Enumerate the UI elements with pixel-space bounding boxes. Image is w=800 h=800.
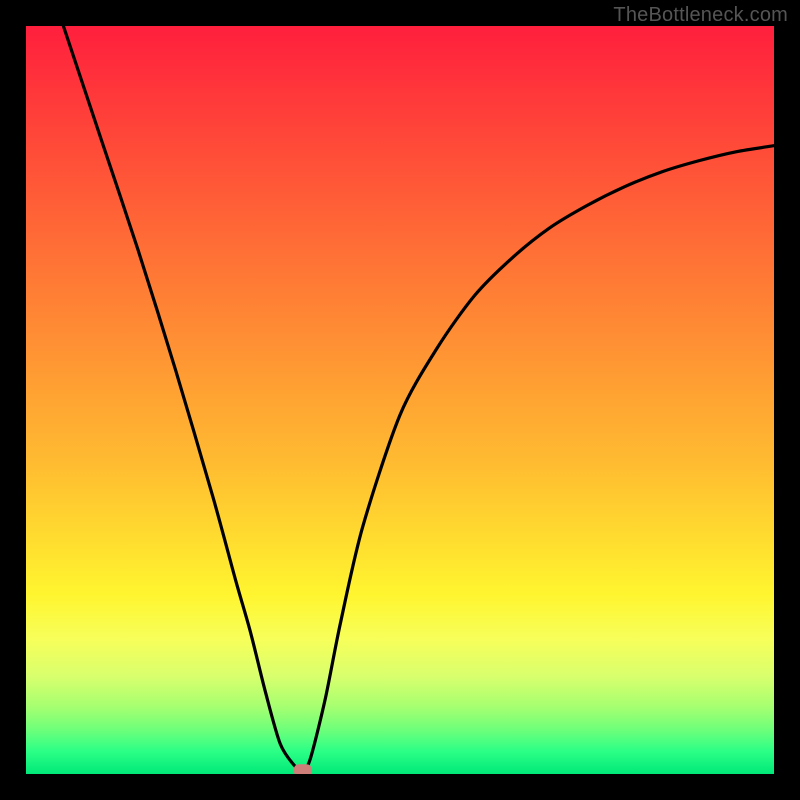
bottleneck-curve bbox=[26, 26, 774, 774]
chart-frame: TheBottleneck.com bbox=[0, 0, 800, 800]
plot-area bbox=[26, 26, 774, 774]
watermark-text: TheBottleneck.com bbox=[613, 4, 788, 27]
curve-path bbox=[63, 26, 774, 771]
minimum-marker bbox=[294, 764, 312, 774]
